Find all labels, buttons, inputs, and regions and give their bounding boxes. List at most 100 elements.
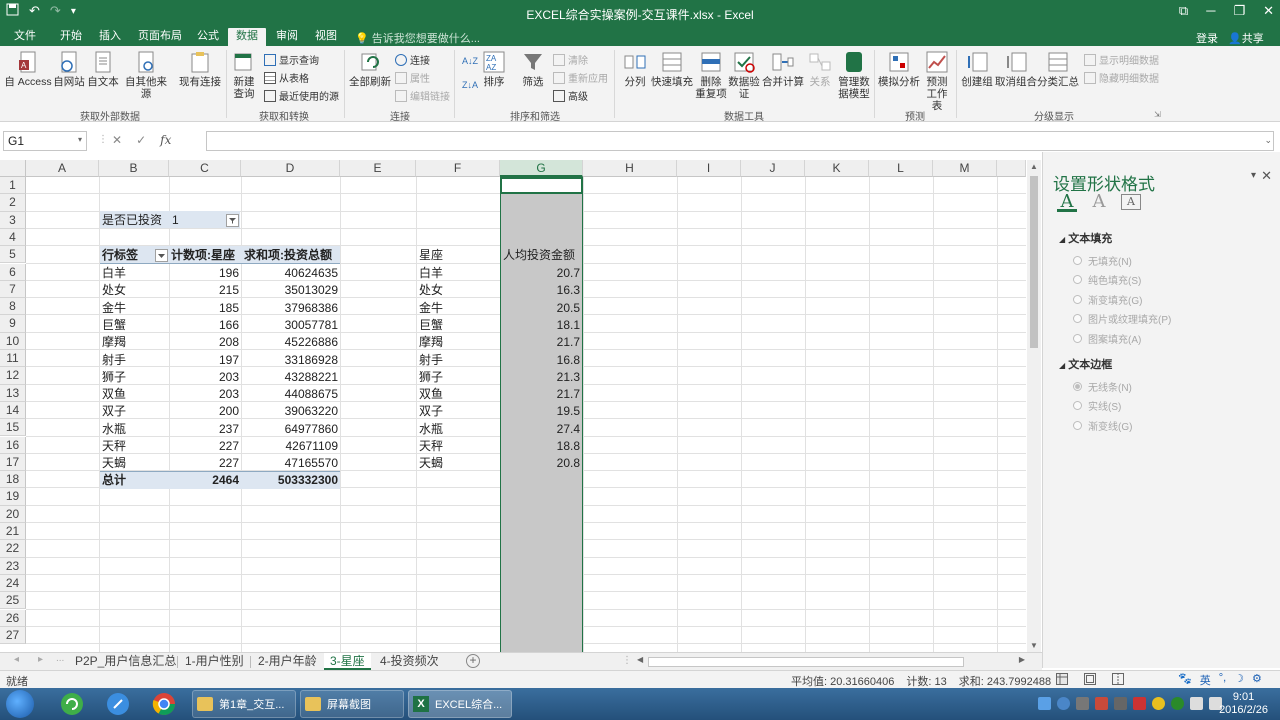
tray-expand-icon[interactable]: [1076, 697, 1089, 710]
side-table-sign[interactable]: 处女: [419, 282, 443, 299]
pivot-row-sum[interactable]: 39063220: [241, 403, 338, 420]
taskbar-item-chapter1[interactable]: 第1章_交互...: [192, 690, 296, 718]
row-header[interactable]: 10: [0, 332, 26, 350]
forecast-sheet-button[interactable]: 预测 工作表: [922, 50, 952, 112]
side-table-avg[interactable]: 20.7: [500, 265, 580, 282]
login-link[interactable]: 登录: [1196, 30, 1218, 46]
select-all-corner[interactable]: [0, 160, 26, 177]
consolidate-button[interactable]: 合并计算: [762, 50, 804, 88]
pivot-row-count[interactable]: 197: [169, 352, 239, 369]
status-count[interactable]: 计数: 13: [906, 673, 946, 689]
tab-splitter-icon[interactable]: ⋮: [622, 655, 632, 666]
row-header[interactable]: 25: [0, 592, 26, 610]
sheet-tab-age[interactable]: 2-用户年龄: [252, 653, 323, 670]
taskbar-item-screenshots[interactable]: 屏幕截图: [300, 690, 404, 718]
pivot-row-count[interactable]: 200: [169, 403, 239, 420]
row-header[interactable]: 20: [0, 505, 26, 523]
column-header-e[interactable]: E: [340, 160, 416, 177]
scroll-right-icon[interactable]: ▶: [1019, 655, 1025, 664]
pivot-row-sum[interactable]: 40624635: [241, 265, 338, 282]
textbox-icon[interactable]: A: [1121, 194, 1141, 210]
column-header-l[interactable]: L: [869, 160, 933, 177]
sheet-tab-gender[interactable]: 1-用户性别: [179, 653, 250, 670]
pivot-row-label[interactable]: 白羊: [102, 265, 126, 282]
what-if-analysis-button[interactable]: 模拟分析: [878, 50, 920, 88]
sheet-nav-prev[interactable]: ◂: [14, 654, 19, 665]
row-header[interactable]: 12: [0, 367, 26, 385]
existing-connections-button[interactable]: 现有连接: [177, 50, 223, 88]
vertical-scrollbar[interactable]: ▲ ▼: [1027, 160, 1041, 652]
row-header[interactable]: 18: [0, 471, 26, 489]
row-header[interactable]: 21: [0, 523, 26, 541]
row-header[interactable]: 3: [0, 211, 26, 229]
text-fill-outline-icon[interactable]: A: [1057, 192, 1077, 212]
pivot-row-sum[interactable]: 43288221: [241, 369, 338, 386]
feather-app-icon[interactable]: [98, 690, 138, 718]
cancel-formula-button[interactable]: ✕: [112, 133, 122, 147]
pivot-row-sum[interactable]: 47165570: [241, 455, 338, 472]
row-header[interactable]: 23: [0, 557, 26, 575]
tab-review[interactable]: 审阅: [268, 28, 306, 46]
row-header[interactable]: 17: [0, 453, 26, 472]
column-header-n[interactable]: [997, 160, 1026, 177]
pivot-row-label[interactable]: 巨蟹: [102, 317, 126, 334]
row-header[interactable]: 1: [0, 177, 26, 195]
properties-button[interactable]: 属性: [395, 70, 430, 85]
fill-option-pattern[interactable]: 图案填充(A): [1073, 331, 1141, 346]
pivot-row-sum[interactable]: 45226886: [241, 334, 338, 351]
pivot-row-label[interactable]: 双子: [102, 403, 126, 420]
pivot-filter-dropdown-icon[interactable]: [226, 214, 239, 227]
sort-z-a-button[interactable]: Z↓A: [462, 80, 478, 90]
row-header[interactable]: 4: [0, 228, 26, 247]
pivot-row-label[interactable]: 狮子: [102, 369, 126, 386]
pivot-row-count[interactable]: 166: [169, 317, 239, 334]
pivot-row-sum[interactable]: 33186928: [241, 352, 338, 369]
pivot-row-label[interactable]: 处女: [102, 282, 126, 299]
side-table-avg[interactable]: 20.5: [500, 300, 580, 317]
column-header-i[interactable]: I: [677, 160, 741, 177]
border-option-gradient[interactable]: 渐变线(G): [1073, 418, 1132, 433]
side-table-avg[interactable]: 16.8: [500, 352, 580, 369]
advanced-filter-button[interactable]: 高级: [553, 88, 588, 103]
side-table-sign[interactable]: 白羊: [419, 265, 443, 282]
remove-duplicates-button[interactable]: 删除 重复项: [695, 50, 727, 100]
pivot-row-sum[interactable]: 35013029: [241, 282, 338, 299]
group-button[interactable]: 创建组: [960, 50, 994, 88]
scroll-down-icon[interactable]: ▼: [1030, 641, 1038, 650]
row-header[interactable]: 8: [0, 298, 26, 316]
flash-fill-button[interactable]: 快速填充: [651, 50, 693, 88]
pivot-row-count[interactable]: 203: [169, 386, 239, 403]
active-cell-g1[interactable]: [500, 177, 583, 194]
section-text-fill[interactable]: ◢ 文本填充: [1059, 230, 1112, 246]
normal-view-icon[interactable]: [1056, 673, 1068, 688]
pivot-row-label[interactable]: 摩羯: [102, 334, 126, 351]
pivot-row-sum[interactable]: 37968386: [241, 300, 338, 317]
pivot-row-label[interactable]: 天秤: [102, 438, 126, 455]
worksheet-grid[interactable]: A B C D E F G H I J K L M 1 2 3 4 5 6 7 8 9 10 11 1…: [0, 160, 1026, 652]
refresh-app-icon[interactable]: [52, 690, 92, 718]
tab-view[interactable]: 视图: [307, 28, 345, 46]
recent-sources-button[interactable]: 最近使用的源: [264, 88, 339, 103]
edit-links-button[interactable]: 编辑链接: [395, 88, 450, 103]
side-table-sign[interactable]: 双子: [419, 403, 443, 420]
row-header[interactable]: 5: [0, 246, 26, 264]
row-header[interactable]: 16: [0, 436, 26, 454]
side-table-sign[interactable]: 狮子: [419, 369, 443, 386]
column-header-k[interactable]: K: [805, 160, 869, 177]
pivot-row-count[interactable]: 227: [169, 455, 239, 472]
expand-formula-bar-icon[interactable]: ⌄: [1264, 135, 1272, 146]
column-header-d[interactable]: D: [241, 160, 340, 177]
column-header-b[interactable]: B: [99, 160, 169, 177]
row-header[interactable]: 13: [0, 384, 26, 402]
minimize-button[interactable]: ─: [1206, 3, 1215, 19]
dialog-launcher-icon[interactable]: ⇲: [1154, 110, 1161, 119]
tab-data[interactable]: 数据: [228, 28, 266, 46]
qq-icon[interactable]: [1152, 697, 1165, 710]
pivot-row-count[interactable]: 215: [169, 282, 239, 299]
hide-detail-button[interactable]: 隐藏明细数据: [1084, 70, 1159, 85]
column-header-g[interactable]: G: [500, 160, 583, 177]
printer-icon[interactable]: [1114, 697, 1127, 710]
manage-data-model-button[interactable]: 管理数 据模型: [836, 50, 872, 100]
tab-file[interactable]: 文件: [6, 28, 44, 46]
subtotal-button[interactable]: 分类汇总: [1037, 50, 1079, 88]
